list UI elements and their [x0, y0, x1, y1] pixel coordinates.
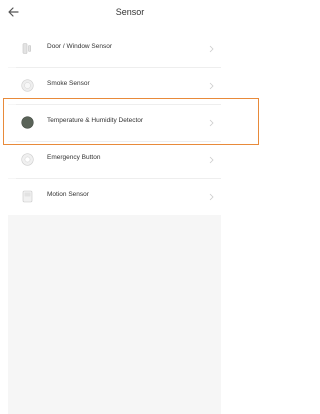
door-window-sensor-icon: [22, 43, 32, 54]
motion-sensor-icon: [22, 190, 33, 203]
list-item-motion-sensor[interactable]: Motion Sensor: [8, 179, 221, 215]
list-item-label: Emergency Button: [47, 154, 101, 161]
highlight-box: [3, 98, 259, 145]
page-title: Sensor: [115, 7, 145, 17]
chevron-right-icon: [209, 45, 214, 53]
list-item-label: Smoke Sensor: [47, 80, 90, 87]
smoke-sensor-icon: [21, 79, 34, 92]
chevron-right-icon: [209, 193, 214, 201]
list-item-label: Motion Sensor: [47, 191, 89, 198]
header-bar: Sensor: [0, 0, 260, 28]
chevron-right-icon: [209, 156, 214, 164]
chevron-right-icon: [209, 82, 214, 90]
list-item-label: Door / Window Sensor: [47, 43, 113, 50]
list-item-door-window-sensor[interactable]: Door / Window Sensor: [8, 31, 221, 67]
emergency-button-icon: [21, 153, 34, 166]
list-item-emergency-button[interactable]: Emergency Button: [8, 142, 221, 178]
sensor-list: Door / Window Sensor Smoke Sensor Temper…: [8, 31, 221, 414]
